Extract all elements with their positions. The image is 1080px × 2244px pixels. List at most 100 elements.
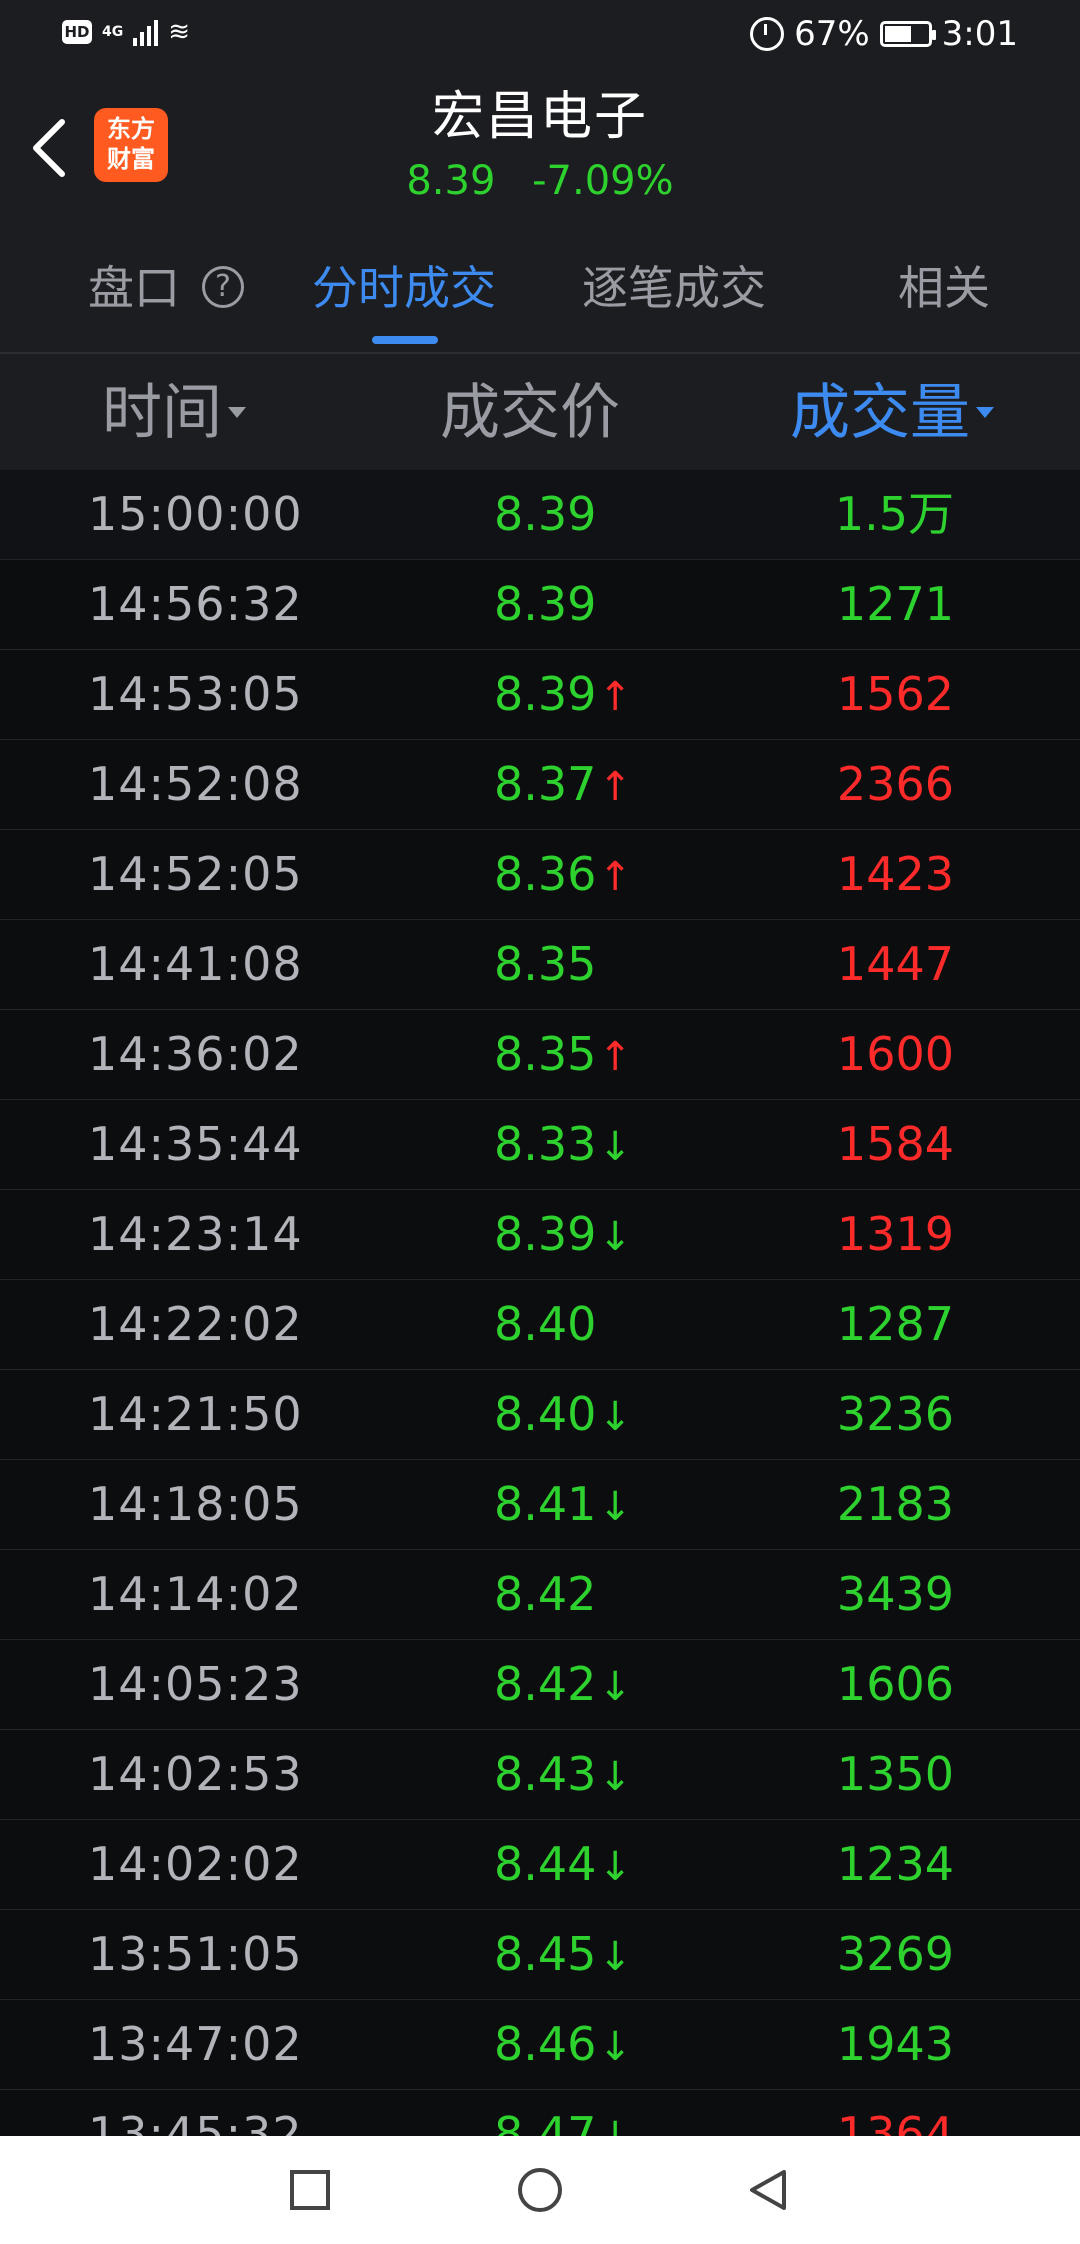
trade-time: 14:05:23 [88,1657,303,1711]
trade-list[interactable]: 15:00:00 8.39 1.5万 14:56:32 8.39 1271 14:53:05… [0,470,1080,2136]
system-back-button[interactable] [744,2166,792,2214]
arrow-down-icon: ↓ [598,1844,632,1890]
arrow-down-icon: ↓ [598,1484,632,1530]
column-volume-sort[interactable]: 成交量 [790,378,994,448]
stock-name: 宏昌电子 [431,87,648,147]
trade-price-cell: 8.45↓ [494,1922,632,1989]
trade-volume: 2183 [836,1477,954,1531]
trade-time: 14:41:08 [88,937,303,991]
trade-price: 8.37 [494,757,597,811]
arrow-down-icon: ↓ [598,1394,632,1440]
trade-time: 14:02:02 [88,1837,303,1891]
trade-time: 14:52:05 [88,847,303,901]
trade-volume: 3269 [836,1927,954,1981]
trade-price: 8.43 [494,1747,597,1801]
arrow-down-icon: ↓ [598,1934,632,1980]
caret-down-icon [228,406,246,418]
trade-price-cell: 8.43↓ [494,1742,632,1809]
trade-volume: 1364 [836,2107,954,2136]
trade-row: 14:21:50 8.40↓ 3236 [0,1370,1080,1460]
tab-order-book[interactable]: 盘口 [88,258,180,318]
arrow-down-icon: ↓ [598,1124,632,1170]
trade-price-cell: 8.46↓ [494,2012,632,2079]
home-button[interactable] [516,2166,564,2214]
trade-time: 13:51:05 [88,1927,303,1981]
trade-row: 14:22:02 8.40 1287 [0,1280,1080,1370]
trade-price-cell: 8.39 [494,572,596,636]
tab-time-trades[interactable]: 分时成交 [312,258,496,318]
column-time-label: 时间 [102,378,222,448]
trade-volume: 1271 [836,577,954,631]
trade-price: 8.47 [494,2107,597,2136]
trade-price: 8.40 [494,1387,597,1441]
trade-volume: 1423 [836,847,954,901]
active-tab-indicator [372,336,438,344]
trade-volume: 1943 [836,2017,954,2071]
trade-price-cell: 8.42↓ [494,1652,632,1719]
trade-row: 14:36:02 8.35↑ 1600 [0,1010,1080,1100]
trade-time: 14:23:14 [88,1207,303,1261]
trade-row: 14:05:23 8.42↓ 1606 [0,1640,1080,1730]
trade-volume: 3236 [836,1387,954,1441]
trade-time: 14:36:02 [88,1027,303,1081]
arrow-up-icon: ↑ [598,854,632,900]
clock: 3:01 [941,14,1018,54]
trade-row: 13:45:32 8.47↓ 1364 [0,2090,1080,2136]
stock-header: 东方 财富 宏昌电子 8.39 -7.09% [0,72,1080,226]
trade-volume: 1319 [836,1207,954,1261]
stock-price: 8.39 [406,158,496,204]
recent-apps-button[interactable] [286,2166,334,2214]
trade-price-cell: 8.33↓ [494,1112,632,1179]
trade-price-cell: 8.40↓ [494,1382,632,1449]
trade-price-cell: 8.36↑ [494,842,632,909]
trade-volume: 1584 [836,1117,954,1171]
trade-price-cell: 8.37↑ [494,752,632,819]
column-header-row: 时间 成交价 成交量 [0,354,1080,470]
trade-time: 15:00:00 [88,487,303,541]
tab-related[interactable]: 相关 [898,258,990,318]
trade-price-cell: 8.44↓ [494,1832,632,1899]
trade-row: 14:14:02 8.42 3439 [0,1550,1080,1640]
trade-row: 14:23:14 8.39↓ 1319 [0,1190,1080,1280]
trade-price-cell: 8.47↓ [494,2102,632,2136]
status-right: 67% 3:01 [750,14,1018,54]
trade-row: 13:51:05 8.45↓ 3269 [0,1910,1080,2000]
hd-badge: HD [62,20,92,44]
tab-bar: 盘口 ? 分时成交 逐笔成交 相关 [0,224,1080,354]
arrow-down-icon: ↓ [598,1754,632,1800]
trade-row: 14:52:08 8.37↑ 2366 [0,740,1080,830]
column-time-sort[interactable]: 时间 [102,378,246,448]
trade-time: 14:18:05 [88,1477,303,1531]
trade-volume: 1287 [836,1297,954,1351]
square-icon [290,2170,330,2210]
status-bar: HD 4G ≋ 67% 3:01 [0,0,1080,72]
arrow-up-icon: ↑ [598,1034,632,1080]
trade-price: 8.45 [494,1927,597,1981]
arrow-down-icon: ↓ [598,1214,632,1260]
battery-percent: 67% [794,14,870,54]
trade-price: 8.39 [494,667,597,721]
trade-row: 14:53:05 8.39↑ 1562 [0,650,1080,740]
trade-volume: 1600 [836,1027,954,1081]
trade-time: 14:22:02 [88,1297,303,1351]
trade-time: 14:56:32 [88,577,303,631]
trade-price: 8.42 [494,1657,597,1711]
trade-volume: 1562 [836,667,954,721]
trade-row: 14:52:05 8.36↑ 1423 [0,830,1080,920]
trade-volume: 3439 [836,1567,954,1621]
trade-row: 14:02:02 8.44↓ 1234 [0,1820,1080,1910]
trade-price: 8.33 [494,1117,597,1171]
trade-price: 8.39 [494,487,597,541]
trade-price-cell: 8.40 [494,1292,596,1356]
triangle-back-icon [750,2170,786,2210]
trade-price-cell: 8.42 [494,1562,596,1626]
system-nav-bar [0,2136,1080,2244]
trade-row: 14:56:32 8.39 1271 [0,560,1080,650]
tab-tick-trades[interactable]: 逐笔成交 [582,258,766,318]
status-left: HD 4G ≋ [62,18,190,46]
trade-price: 8.42 [494,1567,597,1621]
trade-volume: 1234 [836,1837,954,1891]
trade-time: 14:21:50 [88,1387,303,1441]
wifi-icon: ≋ [168,17,191,47]
question-circle-icon[interactable]: ? [202,266,244,308]
